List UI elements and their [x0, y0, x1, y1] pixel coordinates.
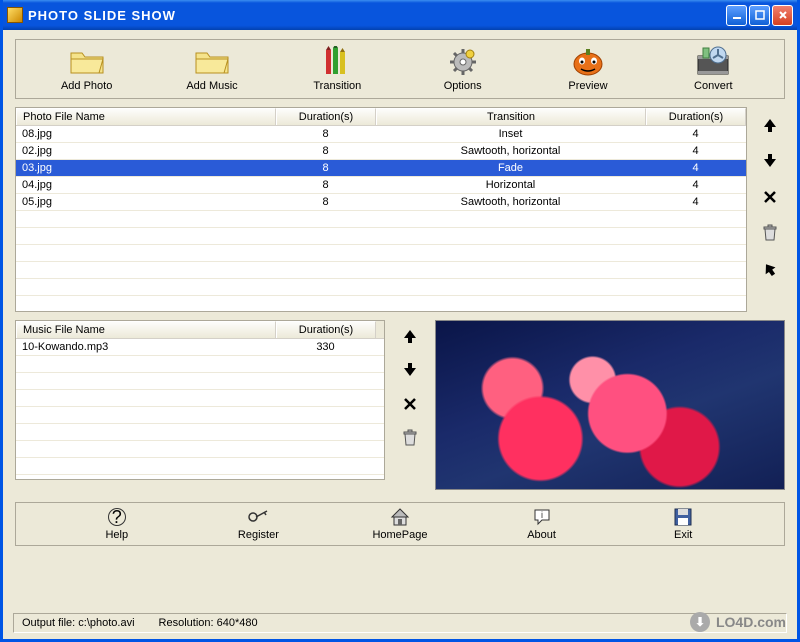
footer-label: Help	[105, 529, 128, 541]
photo-col-header[interactable]: Transition	[376, 108, 646, 125]
toolbar-label: Convert	[694, 80, 733, 92]
transition-button[interactable]: Transition	[275, 44, 400, 94]
music-down-button[interactable]	[399, 360, 421, 380]
titlebar: PHOTO SLIDE SHOW	[3, 0, 797, 30]
photo-trash-button[interactable]	[759, 223, 781, 243]
maximize-button[interactable]	[749, 5, 770, 26]
music-col-header[interactable]: Duration(s)	[276, 321, 376, 338]
music-table[interactable]: Music File NameDuration(s) 10-Kowando.mp…	[15, 320, 385, 480]
help-button[interactable]: ? Help	[46, 505, 188, 543]
footer-label: Register	[238, 529, 279, 541]
table-row-empty[interactable]	[16, 356, 384, 373]
preview-button[interactable]: Preview	[525, 44, 650, 94]
home-icon	[389, 507, 411, 527]
toolbar-label: Add Photo	[61, 80, 112, 92]
register-button[interactable]: Register	[188, 505, 330, 543]
table-row[interactable]: 03.jpg8Fade4	[16, 160, 746, 177]
table-row[interactable]: 10-Kowando.mp3330	[16, 339, 384, 356]
table-row[interactable]: 05.jpg8Sawtooth, horizontal4	[16, 194, 746, 211]
add-music-button[interactable]: Add Music	[149, 44, 274, 94]
app-icon	[7, 7, 23, 23]
watermark: ⬇ LO4D.com	[690, 612, 786, 632]
photo-down-button[interactable]	[759, 151, 781, 171]
help-icon: ?	[106, 507, 128, 527]
folder-icon	[69, 46, 105, 78]
footer-toolbar: ? Help Register HomePage i About Exit	[15, 502, 785, 546]
toolbar-label: Preview	[568, 80, 607, 92]
table-row[interactable]: 02.jpg8Sawtooth, horizontal4	[16, 143, 746, 160]
photo-col-header[interactable]: Duration(s)	[276, 108, 376, 125]
table-row-empty[interactable]	[16, 211, 746, 228]
photo-delete-button[interactable]	[759, 187, 781, 207]
music-trash-button[interactable]	[399, 428, 421, 448]
gear-icon	[445, 46, 481, 78]
table-row-empty[interactable]	[16, 424, 384, 441]
window-title: PHOTO SLIDE SHOW	[28, 8, 726, 23]
photo-clear-button[interactable]	[759, 259, 781, 279]
save-icon	[672, 507, 694, 527]
film-icon	[695, 46, 731, 78]
music-col-header[interactable]: Music File Name	[16, 321, 276, 338]
main-toolbar: Add Photo Add Music Transition Options Previ…	[15, 39, 785, 99]
table-row-empty[interactable]	[16, 296, 746, 313]
about-button[interactable]: i About	[471, 505, 613, 543]
toolbar-label: Add Music	[186, 80, 237, 92]
about-icon: i	[531, 507, 553, 527]
folder-icon	[194, 46, 230, 78]
table-row-empty[interactable]	[16, 228, 746, 245]
status-resolution: Resolution: 640*480	[159, 617, 258, 629]
photo-side-buttons	[755, 107, 785, 312]
add-photo-button[interactable]: Add Photo	[24, 44, 149, 94]
pumpkin-icon	[570, 46, 606, 78]
close-button[interactable]	[772, 5, 793, 26]
table-row-empty[interactable]	[16, 373, 384, 390]
footer-label: HomePage	[372, 529, 427, 541]
pencils-icon	[319, 46, 355, 78]
convert-button[interactable]: Convert	[651, 44, 776, 94]
minimize-button[interactable]	[726, 5, 747, 26]
status-output: Output file: c:\photo.avi	[22, 617, 135, 629]
toolbar-label: Options	[444, 80, 482, 92]
footer-label: Exit	[674, 529, 692, 541]
music-side-buttons	[395, 320, 425, 490]
table-row-empty[interactable]	[16, 441, 384, 458]
svg-text:i: i	[541, 510, 543, 520]
homepage-button[interactable]: HomePage	[329, 505, 471, 543]
photo-table[interactable]: Photo File NameDuration(s)TransitionDura…	[15, 107, 747, 312]
key-icon	[247, 507, 269, 527]
table-row-empty[interactable]	[16, 390, 384, 407]
music-up-button[interactable]	[399, 326, 421, 346]
table-row-empty[interactable]	[16, 245, 746, 262]
table-row[interactable]: 04.jpg8Horizontal4	[16, 177, 746, 194]
table-row-empty[interactable]	[16, 262, 746, 279]
table-row-empty[interactable]	[16, 407, 384, 424]
table-row-empty[interactable]	[16, 279, 746, 296]
music-delete-button[interactable]	[399, 394, 421, 414]
exit-button[interactable]: Exit	[612, 505, 754, 543]
preview-image	[435, 320, 785, 490]
table-row-empty[interactable]	[16, 458, 384, 475]
footer-label: About	[527, 529, 556, 541]
status-bar: Output file: c:\photo.avi Resolution: 64…	[13, 613, 787, 633]
photo-up-button[interactable]	[759, 115, 781, 135]
watermark-icon: ⬇	[690, 612, 710, 632]
options-button[interactable]: Options	[400, 44, 525, 94]
photo-col-header[interactable]: Duration(s)	[646, 108, 746, 125]
table-row[interactable]: 08.jpg8Inset4	[16, 126, 746, 143]
photo-col-header[interactable]: Photo File Name	[16, 108, 276, 125]
toolbar-label: Transition	[313, 80, 361, 92]
